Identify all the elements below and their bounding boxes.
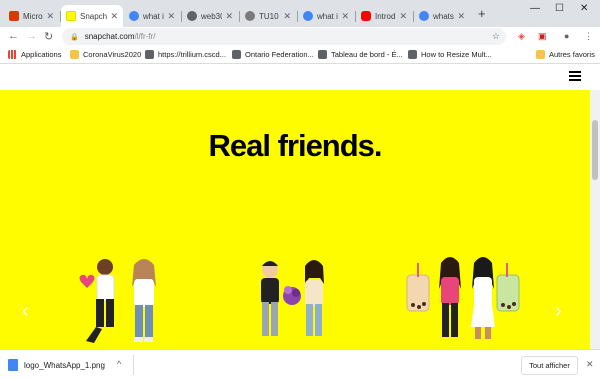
close-tab-icon[interactable]: ✕ xyxy=(46,11,54,22)
tab-google-whatsapp[interactable]: whatsa ✕ xyxy=(414,5,470,27)
tab-youtube-intro[interactable]: Introdu ✕ xyxy=(356,5,412,27)
close-tab-icon[interactable]: ✕ xyxy=(341,11,349,22)
tab-google-what-is-2[interactable]: what is ✕ xyxy=(298,5,354,27)
hero-section: Real friends. ‹ › xyxy=(0,90,590,349)
download-bar: logo_WhatsApp_1.png ^ Tout afficher ✕ xyxy=(0,349,600,380)
close-tab-icon[interactable]: ✕ xyxy=(399,11,407,22)
browser-toolbar: ← → ↻ 🔒 snapchat.com/l/fr-fr/ ☆ ◈ ▣ ● ⋮ xyxy=(0,27,600,47)
url-path: /l/fr-fr/ xyxy=(134,32,156,41)
download-item[interactable]: logo_WhatsApp_1.png xyxy=(8,359,105,371)
bookmark-ontario-federation[interactable]: Ontario Federation... xyxy=(232,50,314,59)
page-icon xyxy=(245,11,255,21)
pdf-extension-icon[interactable]: ▣ xyxy=(538,31,547,42)
new-tab-button[interactable]: + xyxy=(478,6,486,21)
reload-icon[interactable]: ↻ xyxy=(44,30,53,43)
image-file-icon xyxy=(8,359,18,371)
close-tab-icon[interactable]: ✕ xyxy=(167,11,175,22)
bookmark-how-to-resize[interactable]: How to Resize Mult... xyxy=(408,50,492,59)
folder-icon xyxy=(70,50,79,59)
tab-web30[interactable]: web30( ✕ xyxy=(182,5,238,27)
globe-icon xyxy=(187,11,197,21)
youtube-icon xyxy=(361,11,371,21)
bookmark-autres-favoris[interactable]: Autres favoris xyxy=(536,50,595,59)
close-tab-icon[interactable]: ✕ xyxy=(283,11,291,22)
bookmarks-bar: Applications CoronaVirus2020 https://tri… xyxy=(0,47,600,64)
tab-strip: Micros ✕ Snapch ✕ what is ✕ web30( ✕ TU1… xyxy=(0,0,600,27)
globe-icon xyxy=(232,50,241,59)
url-host: snapchat.com xyxy=(84,32,135,41)
close-window-button[interactable]: ✕ xyxy=(580,3,588,14)
address-bar[interactable]: 🔒 snapchat.com/l/fr-fr/ ☆ xyxy=(62,28,506,45)
close-tab-icon[interactable]: ✕ xyxy=(110,11,118,22)
hero-headline: Real friends. xyxy=(208,128,382,163)
bookmark-coronavirus2020[interactable]: CoronaVirus2020 xyxy=(70,50,141,59)
close-tab-icon[interactable]: ✕ xyxy=(457,11,465,22)
carousel-prev-arrow-icon[interactable]: ‹ xyxy=(22,300,29,323)
lock-icon: 🔒 xyxy=(70,33,79,41)
minimize-button[interactable]: — xyxy=(530,3,540,14)
menu-kebab-icon[interactable]: ⋮ xyxy=(584,31,593,42)
chevron-up-icon[interactable]: ^ xyxy=(117,359,121,369)
folder-icon xyxy=(536,50,545,59)
site-header xyxy=(0,65,600,90)
close-tab-icon[interactable]: ✕ xyxy=(225,11,233,22)
profile-avatar-icon[interactable]: ● xyxy=(564,31,569,41)
snapchat-icon xyxy=(66,11,76,21)
google-icon xyxy=(419,11,429,21)
back-arrow-icon[interactable]: ← xyxy=(8,30,19,42)
office-icon xyxy=(9,11,19,21)
google-icon xyxy=(303,11,313,21)
tab-google-what-is[interactable]: what is ✕ xyxy=(124,5,180,27)
globe-icon xyxy=(318,50,327,59)
bookmark-star-icon[interactable]: ☆ xyxy=(492,31,500,42)
google-icon xyxy=(129,11,139,21)
show-all-downloads-button[interactable]: Tout afficher xyxy=(521,356,578,375)
apps-grid-icon xyxy=(8,50,17,59)
forward-arrow-icon[interactable]: → xyxy=(26,30,37,42)
bookmark-applications[interactable]: Applications xyxy=(8,50,61,59)
tab-tu10[interactable]: TU10 - ✕ xyxy=(240,5,296,27)
bitmoji-friends-illustration-2 xyxy=(261,260,324,336)
globe-icon xyxy=(408,50,417,59)
close-download-bar-icon[interactable]: ✕ xyxy=(586,359,594,370)
maximize-button[interactable]: ☐ xyxy=(555,3,564,14)
bitmoji-friends-illustration-1 xyxy=(79,259,156,343)
download-filename: logo_WhatsApp_1.png xyxy=(24,360,105,370)
bookmark-trillium[interactable]: https://trillium.cscd... xyxy=(145,50,226,59)
bookmark-tableau-de-bord[interactable]: Tableau de bord - É... xyxy=(318,50,403,59)
carousel-next-arrow-icon[interactable]: › xyxy=(555,300,562,323)
extension-icon[interactable]: ◈ xyxy=(518,31,525,42)
tab-snapchat[interactable]: Snapch ✕ xyxy=(61,5,123,27)
bitmoji-friends-illustration-3 xyxy=(406,257,520,339)
tab-microsoft[interactable]: Micros ✕ xyxy=(4,5,59,27)
page-icon xyxy=(145,50,154,59)
scrollbar-thumb[interactable] xyxy=(592,120,598,180)
page-scrollbar[interactable] xyxy=(590,90,600,349)
hamburger-menu-icon[interactable] xyxy=(569,71,581,81)
